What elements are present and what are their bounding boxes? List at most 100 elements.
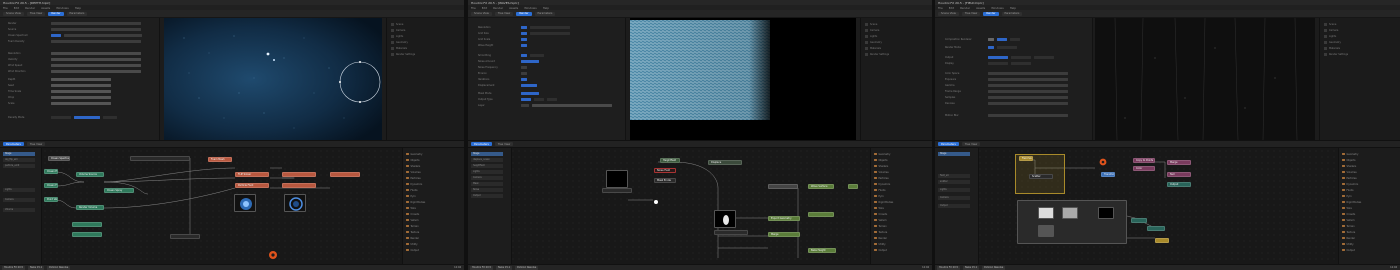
param-field[interactable] xyxy=(988,90,1068,93)
tab-parameters[interactable]: Parameters xyxy=(66,11,88,16)
node[interactable]: Foam Mesh xyxy=(208,157,232,162)
option-button[interactable] xyxy=(530,32,570,35)
library-item[interactable]: Output xyxy=(406,248,452,252)
node-thumbnail[interactable] xyxy=(1038,225,1054,237)
library-item[interactable]: Objects xyxy=(1342,158,1388,162)
option-button[interactable] xyxy=(1011,62,1031,65)
side-item[interactable]: Render Settings xyxy=(391,52,431,56)
node[interactable]: Heightfield xyxy=(660,158,680,163)
node[interactable]: Particle Fluid xyxy=(235,183,269,188)
node[interactable]: Export Geometry xyxy=(768,216,800,221)
library-item[interactable]: Fluids xyxy=(406,188,452,192)
taskbar-app[interactable]: DaVinci Resolve xyxy=(982,265,1006,270)
library-item[interactable]: Wire xyxy=(406,206,452,210)
render-viewport[interactable] xyxy=(630,18,856,140)
node[interactable]: Render Volume xyxy=(76,205,104,210)
side-item[interactable]: Geometry xyxy=(391,40,431,44)
param-field[interactable] xyxy=(51,40,141,43)
tab-tree-view[interactable]: Tree View xyxy=(494,11,514,16)
mode-button[interactable] xyxy=(51,116,71,119)
option-button-active[interactable] xyxy=(521,98,531,101)
toggle-button[interactable] xyxy=(521,78,527,81)
library-item[interactable]: Fluids xyxy=(874,188,920,192)
node[interactable]: Field Source xyxy=(1019,156,1033,161)
option-button[interactable] xyxy=(1011,56,1031,59)
node[interactable] xyxy=(72,222,102,227)
toggle-button[interactable] xyxy=(521,38,527,41)
library-item[interactable]: Vellum xyxy=(1342,218,1388,222)
option-button[interactable] xyxy=(534,98,544,101)
option-button-active[interactable] xyxy=(521,84,537,87)
alert-icon[interactable] xyxy=(268,250,278,260)
option-button[interactable] xyxy=(547,98,557,101)
param-field[interactable] xyxy=(51,96,111,99)
menu-windows[interactable]: Windows xyxy=(56,6,69,10)
side-item[interactable]: Lights xyxy=(865,34,905,38)
node[interactable]: Scatter xyxy=(1029,174,1053,179)
side-item[interactable]: Materials xyxy=(1324,46,1364,50)
menu-windows[interactable]: Windows xyxy=(991,6,1004,10)
param-field[interactable] xyxy=(988,84,1068,87)
library-item[interactable]: Output xyxy=(874,248,920,252)
option-button-active[interactable] xyxy=(521,92,539,95)
menu-assets[interactable]: Assets xyxy=(976,6,985,10)
node[interactable]: Merge xyxy=(1167,160,1191,165)
param-field[interactable] xyxy=(988,102,1068,105)
library-item[interactable]: Render xyxy=(406,236,452,240)
tab-tree-view[interactable]: Tree View xyxy=(494,142,514,146)
param-field[interactable] xyxy=(64,34,142,37)
menu-file[interactable]: File xyxy=(938,6,943,10)
node[interactable] xyxy=(1131,218,1147,223)
node-thumbnail[interactable] xyxy=(714,210,736,228)
library-item[interactable]: Dynamics xyxy=(406,182,452,186)
library-item[interactable]: Wire xyxy=(1342,206,1388,210)
library-item[interactable]: Dynamics xyxy=(1342,182,1388,186)
node-thumbnail[interactable] xyxy=(1062,207,1078,219)
library-item[interactable]: Particles xyxy=(406,176,452,180)
node[interactable]: Output xyxy=(1167,182,1191,187)
node[interactable]: Displace xyxy=(708,160,742,165)
node-dot[interactable] xyxy=(654,200,658,204)
param-field[interactable] xyxy=(521,104,529,107)
node[interactable]: Ocean Foam xyxy=(44,183,58,188)
library-item[interactable]: Volumes xyxy=(1342,170,1388,174)
node-graph[interactable]: Stage displace_ocean heightfield Lights … xyxy=(468,148,932,264)
param-field[interactable] xyxy=(51,84,111,87)
render-viewport[interactable] xyxy=(164,18,382,140)
library-item[interactable]: Terrain xyxy=(1342,224,1388,228)
option-button-active[interactable] xyxy=(521,60,539,63)
option-button-active[interactable] xyxy=(997,38,1007,41)
node[interactable] xyxy=(768,184,798,189)
node-thumbnail[interactable] xyxy=(606,170,628,188)
menu-render[interactable]: Render xyxy=(25,6,35,10)
option-button[interactable] xyxy=(1034,56,1054,59)
alert-icon[interactable] xyxy=(1099,158,1107,166)
node[interactable]: Color xyxy=(1133,166,1155,171)
side-item[interactable]: Lights xyxy=(391,34,431,38)
side-item[interactable]: Render Settings xyxy=(865,52,905,56)
param-field[interactable] xyxy=(988,78,1068,81)
toggle-button[interactable] xyxy=(521,32,527,35)
param-field[interactable] xyxy=(51,90,111,93)
library-item[interactable]: Render xyxy=(874,236,920,240)
library-item[interactable]: Terrain xyxy=(406,224,452,228)
menu-file[interactable]: File xyxy=(3,6,8,10)
node-thumbnail[interactable] xyxy=(234,194,256,212)
node[interactable]: Noise Field xyxy=(654,168,676,173)
param-field[interactable] xyxy=(988,114,1068,117)
node[interactable]: Copy to Points xyxy=(1133,158,1155,163)
side-item[interactable]: Scene xyxy=(391,22,431,26)
side-item[interactable]: Materials xyxy=(391,46,431,50)
toggle-button[interactable] xyxy=(988,46,994,49)
side-item[interactable]: Geometry xyxy=(865,40,905,44)
node[interactable]: Point Velocity xyxy=(44,197,58,202)
library-item[interactable]: Output xyxy=(1342,248,1388,252)
toggle-button[interactable] xyxy=(521,44,527,47)
node[interactable] xyxy=(602,188,632,193)
param-field[interactable] xyxy=(521,72,527,75)
option-button[interactable] xyxy=(530,26,570,29)
library-item[interactable]: Texture xyxy=(406,230,452,234)
node-editor-tab[interactable]: Parameters xyxy=(3,142,24,146)
node[interactable] xyxy=(330,172,360,177)
tab-render[interactable]: Render xyxy=(983,11,999,16)
